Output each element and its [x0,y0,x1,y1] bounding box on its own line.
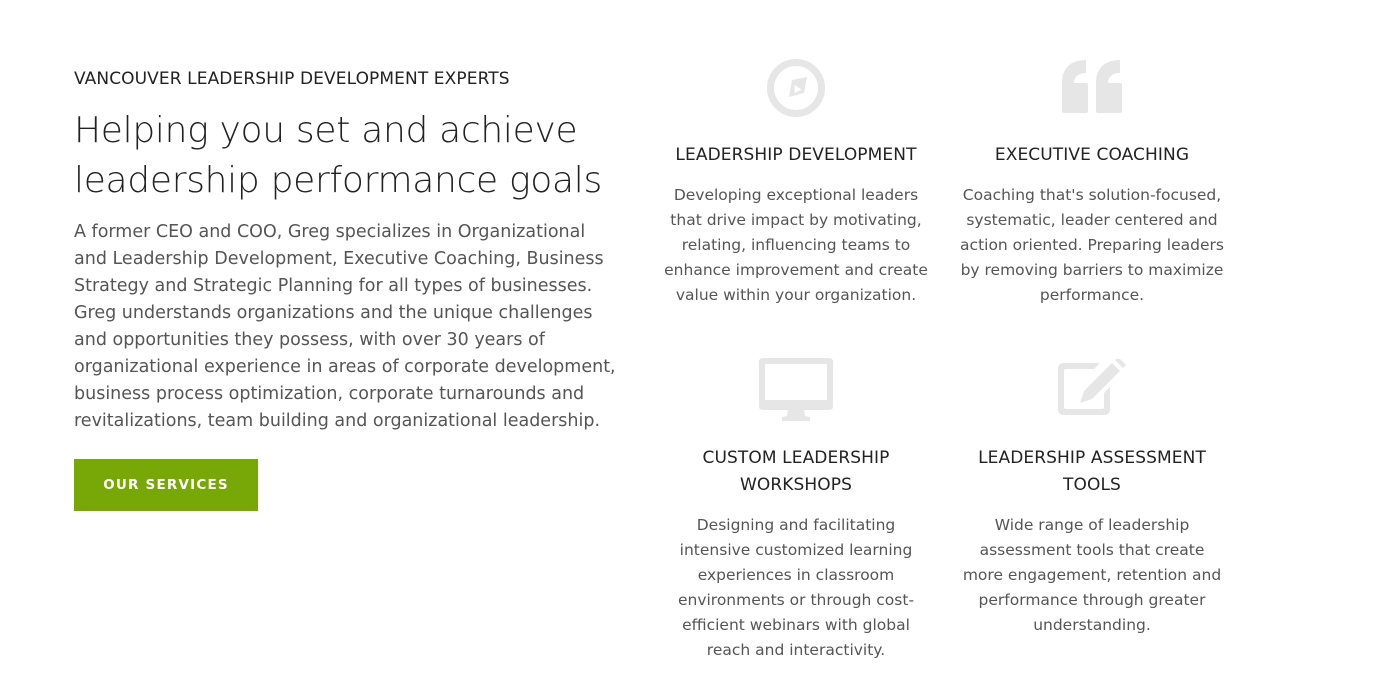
service-description: Wide range of leadership assessment tool… [962,516,1222,634]
service-description: Developing exceptional leaders that driv… [664,186,928,304]
intro-paragraph: A former CEO and COO, Greg specializes i… [74,222,616,431]
our-services-button[interactable]: OUR SERVICES [74,459,258,511]
service-title: EXECUTIVE COACHING [994,145,1190,165]
service-assessment-tools: LEADERSHIP ASSESSMENT TOOLS Wide range o… [958,355,1226,645]
headline-line-1: Helping you set and achieve [74,110,578,151]
service-description: Designing and facilitating intensive cus… [677,516,915,659]
intro-section: VANCOUVER LEADERSHIP DEVELOPMENT EXPERTS… [74,66,622,435]
compass-icon [767,59,825,117]
eyebrow-label: VANCOUVER LEADERSHIP DEVELOPMENT EXPERTS [74,69,510,89]
service-title: LEADERSHIP ASSESSMENT TOOLS [978,448,1206,495]
page-headline: Helping you set and achieve leadership p… [74,106,622,206]
service-title: LEADERSHIP DEVELOPMENT [675,145,917,165]
service-executive-coaching: EXECUTIVE COACHING Coaching that's solut… [958,55,1226,315]
service-title: CUSTOM LEADERSHIP WORKSHOPS [702,448,890,495]
headline-line-2: leadership performance goals [74,160,602,201]
monitor-icon [759,358,833,421]
service-custom-workshops: CUSTOM LEADERSHIP WORKSHOPS Designing an… [662,355,930,659]
service-description: Coaching that's solution-focused, system… [960,186,1224,304]
quote-icon [1062,60,1122,113]
edit-icon [1058,359,1126,415]
service-leadership-development: LEADERSHIP DEVELOPMENT Developing except… [662,55,930,315]
